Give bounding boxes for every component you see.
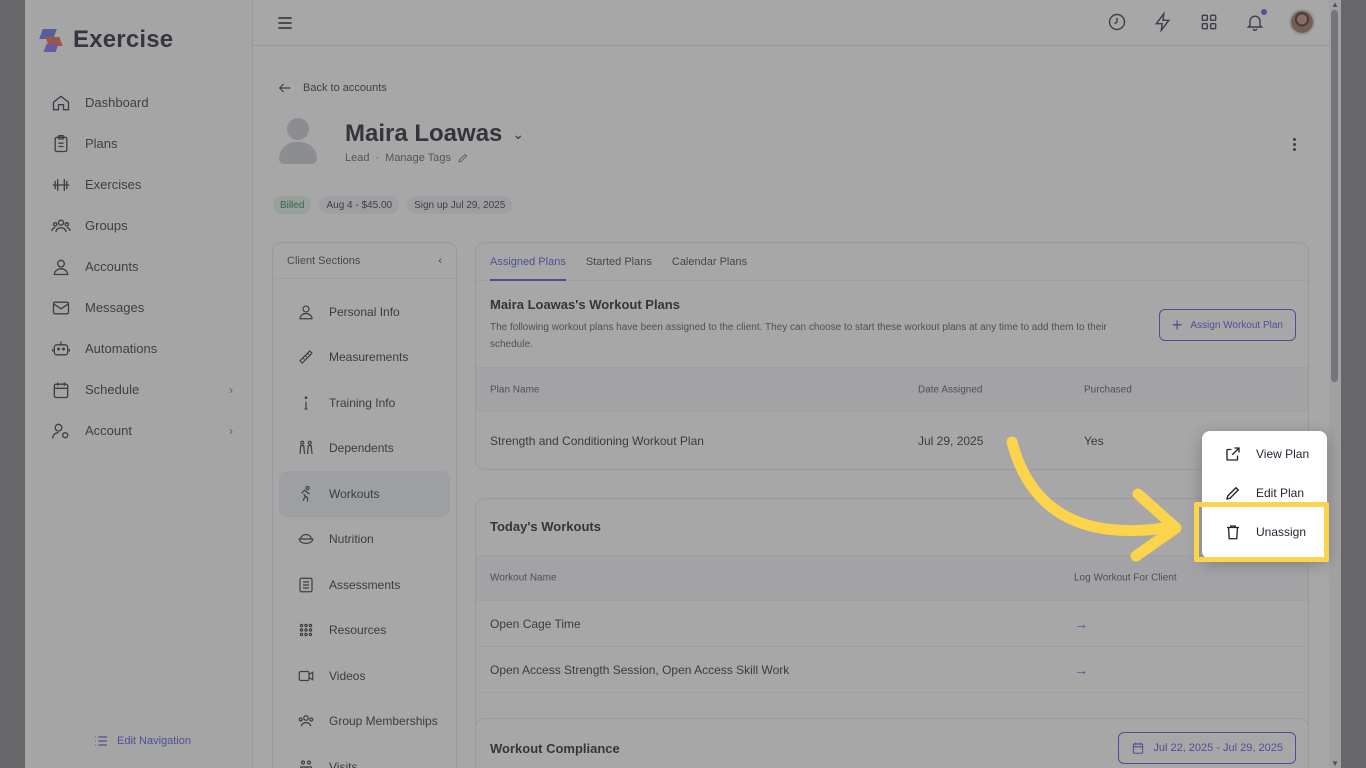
pointer-arrow-icon xyxy=(1006,436,1182,562)
menu-item-label: View Plan xyxy=(1256,447,1310,461)
menu-item-label: Edit Plan xyxy=(1256,486,1305,500)
external-link-icon xyxy=(1226,447,1240,461)
view-plan-menu-item[interactable]: View Plan xyxy=(1202,435,1327,473)
pencil-icon xyxy=(1226,486,1240,500)
modal-overlay xyxy=(0,0,1366,768)
unassign-highlight-box xyxy=(1194,502,1329,562)
